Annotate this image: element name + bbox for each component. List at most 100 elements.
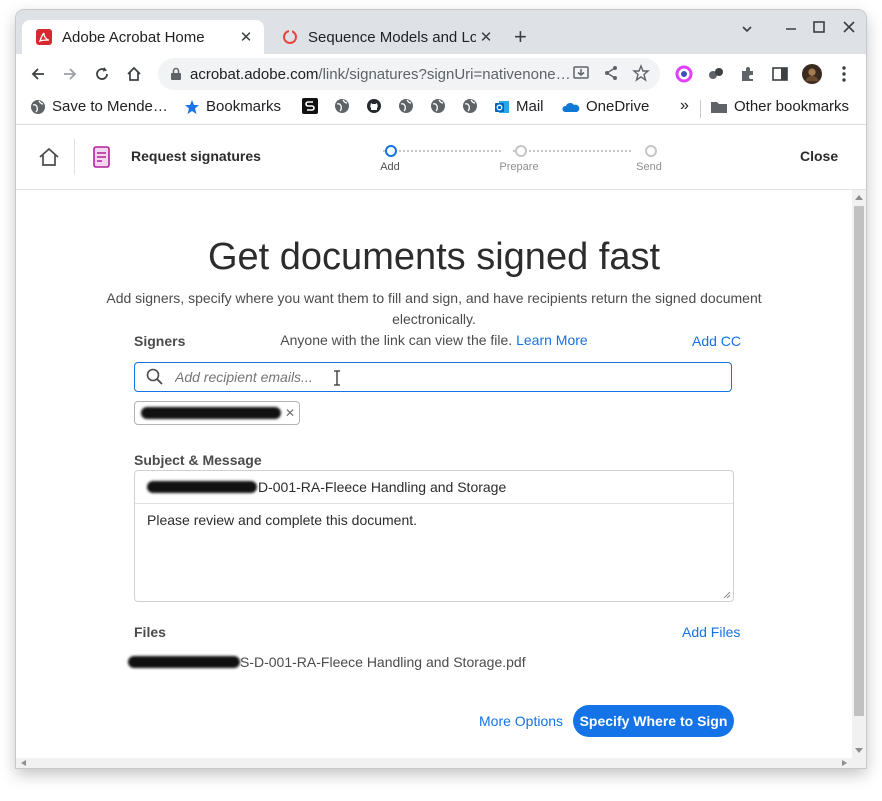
bookmark-label: OneDrive	[586, 98, 650, 115]
tab-sequence-models[interactable]: Sequence Models and Lon ✕	[268, 20, 504, 54]
reload-icon[interactable]	[90, 62, 114, 86]
globe-icon	[431, 99, 445, 113]
step-add-label: Add	[380, 161, 400, 173]
home-icon[interactable]	[122, 62, 146, 86]
browser-toolbar: acrobat.adobe.com/link/signatures?signUr…	[16, 54, 866, 94]
tab-search-chevron-icon[interactable]	[740, 22, 754, 41]
tab-title: Adobe Acrobat Home	[62, 28, 205, 46]
bookmark-onedrive[interactable]: OneDrive	[562, 98, 649, 115]
extension-circles-icon[interactable]	[706, 64, 726, 84]
puzzle-icon[interactable]	[738, 64, 758, 84]
bookmark-globe-3[interactable]	[430, 98, 446, 114]
step-send-label: Send	[636, 161, 662, 173]
url-text: acrobat.adobe.com/link/signatures?signUr…	[190, 66, 580, 83]
step-connector	[383, 150, 501, 152]
horizontal-scrollbar[interactable]	[16, 758, 866, 768]
close-button[interactable]: Close	[800, 148, 838, 164]
scroll-left-icon[interactable]	[20, 760, 26, 766]
subtitle-line-2: Anyone with the link can view the file.	[280, 332, 513, 348]
bookmark-s-icon-link[interactable]	[302, 98, 318, 114]
resize-handle-icon[interactable]	[723, 591, 731, 599]
main-content: Get documents signed fast Add signers, s…	[16, 190, 852, 758]
tab-strip: Adobe Acrobat Home ✕ Sequence Models and…	[16, 10, 866, 54]
bookmark-bookmarks[interactable]: Bookmarks	[184, 98, 281, 115]
message-field[interactable]: Please review and complete this document…	[135, 504, 733, 536]
bookmark-mail[interactable]: Mail	[494, 98, 544, 115]
specify-where-to-sign-button[interactable]: Specify Where to Sign	[573, 705, 734, 737]
bookmarks-divider	[700, 100, 701, 118]
scroll-down-icon[interactable]	[855, 748, 863, 754]
recipient-email-input[interactable]	[173, 368, 731, 386]
acrobat-icon	[36, 29, 52, 45]
share-icon[interactable]	[602, 64, 620, 82]
bookmark-label: Bookmarks	[206, 98, 282, 115]
install-app-icon[interactable]	[572, 64, 590, 82]
close-window-icon[interactable]	[842, 20, 856, 39]
outlook-icon	[495, 100, 509, 113]
maximize-icon[interactable]	[812, 20, 826, 39]
recipient-email-field[interactable]	[134, 362, 732, 392]
star-icon	[185, 99, 199, 114]
close-tab-icon[interactable]: ✕	[236, 28, 256, 46]
s-logo-icon	[302, 98, 318, 114]
scroll-up-icon[interactable]	[855, 194, 863, 200]
coursera-icon	[283, 29, 297, 44]
bookmark-globe-4[interactable]	[462, 98, 478, 114]
bookmark-save-to-mendeley[interactable]: Save to Mende…	[30, 98, 168, 115]
minimize-icon[interactable]	[784, 22, 798, 41]
subject-field[interactable]: D-001-RA-Fleece Handling and Storage	[135, 471, 733, 504]
progress-steps: Add Prepare Send	[371, 145, 671, 185]
redacted-subject-prefix	[147, 481, 257, 493]
new-tab-button[interactable]: +	[514, 26, 527, 48]
bookmark-github[interactable]	[366, 98, 382, 114]
star-icon[interactable]	[632, 64, 650, 82]
color-extension-icon[interactable]	[674, 64, 694, 84]
url-host: acrobat.adobe.com	[190, 65, 319, 83]
request-signatures-icon	[92, 145, 112, 174]
add-cc-link[interactable]: Add CC	[692, 333, 741, 349]
vertical-scrollbar[interactable]	[852, 190, 866, 758]
bookmark-label: Save to Mende…	[52, 98, 168, 115]
home-icon[interactable]	[38, 147, 60, 172]
remove-recipient-icon[interactable]: ✕	[285, 406, 295, 420]
forward-arrow-icon[interactable]	[58, 62, 82, 86]
bookmark-globe-2[interactable]	[398, 98, 414, 114]
bookmarks-bar: Save to Mende… Bookmarks Mail OneDrive »…	[16, 94, 866, 125]
tab-title: Sequence Models and Lon	[308, 28, 476, 46]
app-header: Request signatures Add Prepare Send Clos…	[16, 125, 866, 190]
subtitle-line-1: Add signers, specify where you want them…	[106, 290, 762, 327]
vertical-scroll-thumb[interactable]	[854, 206, 864, 716]
tab-adobe-acrobat[interactable]: Adobe Acrobat Home ✕	[22, 20, 264, 54]
lock-icon	[171, 67, 181, 80]
kebab-menu-icon[interactable]	[834, 64, 854, 84]
subject-message-box: D-001-RA-Fleece Handling and Storage Ple…	[134, 470, 734, 602]
bookmarks-overflow[interactable]: »	[680, 97, 689, 115]
onedrive-icon	[562, 102, 580, 112]
globe-icon	[399, 99, 413, 113]
file-item[interactable]: S-D-001-RA-Fleece Handling and Storage.p…	[128, 654, 526, 670]
app-title: Request signatures	[131, 148, 261, 164]
address-bar[interactable]: acrobat.adobe.com/link/signatures?signUr…	[158, 58, 660, 90]
bookmark-globe-1[interactable]	[334, 98, 350, 114]
redacted-email	[141, 407, 281, 419]
close-tab-icon[interactable]: ✕	[476, 28, 496, 46]
back-arrow-icon[interactable]	[26, 62, 50, 86]
avatar[interactable]	[802, 64, 822, 84]
step-prepare-dot	[515, 145, 527, 157]
more-options-button[interactable]: More Options	[479, 713, 563, 729]
side-panel-icon[interactable]	[770, 64, 790, 84]
learn-more-link[interactable]: Learn More	[516, 332, 588, 348]
scroll-right-icon[interactable]	[842, 760, 848, 766]
step-connector	[513, 150, 631, 152]
step-send-dot	[645, 145, 657, 157]
step-add-dot	[385, 145, 397, 157]
signers-label: Signers	[134, 333, 186, 349]
bookmark-label: Mail	[516, 98, 544, 115]
globe-icon	[31, 99, 45, 114]
text-cursor-icon	[332, 370, 342, 391]
recipient-chip[interactable]: ✕	[134, 401, 300, 425]
add-files-link[interactable]: Add Files	[682, 624, 740, 640]
browser-window: Adobe Acrobat Home ✕ Sequence Models and…	[16, 10, 866, 768]
other-bookmarks[interactable]: Other bookmarks	[710, 98, 849, 115]
globe-icon	[463, 99, 477, 113]
